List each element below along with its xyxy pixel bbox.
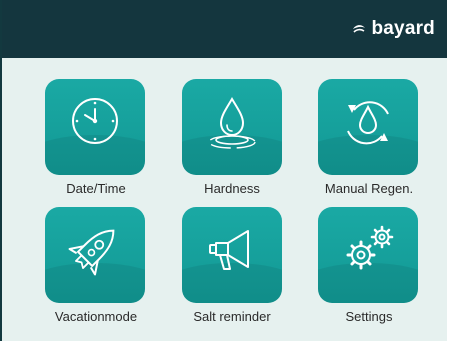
vacation-mode-label: Vacationmode	[54, 309, 138, 324]
regeneration-icon	[347, 101, 389, 145]
date-time-tile[interactable]	[45, 79, 145, 175]
vacation-mode-tile[interactable]	[45, 207, 145, 303]
manual-regen-tile[interactable]	[318, 79, 418, 175]
brand-logo: bayard	[351, 18, 435, 40]
settings-tile[interactable]	[318, 207, 418, 303]
settings-label: Settings	[345, 309, 393, 324]
header-bar: bayard	[2, 0, 447, 58]
megaphone-icon	[209, 230, 249, 270]
gears-icon	[346, 225, 394, 270]
salt-reminder-tile[interactable]	[182, 207, 282, 303]
date-time-label: Date/Time	[66, 181, 126, 196]
salt-reminder-label: Salt reminder	[193, 309, 271, 324]
rocket-icon	[68, 229, 115, 276]
water-drop-icon	[208, 97, 256, 149]
device-screen: bayard Date/Time Hardness Manual Regen. …	[0, 0, 447, 341]
hardness-tile[interactable]	[182, 79, 282, 175]
hardness-label: Hardness	[204, 181, 260, 196]
manual-regen-label: Manual Regen.	[324, 181, 414, 196]
logo-wave-icon	[353, 25, 366, 33]
brand-name: bayard	[371, 18, 435, 39]
clock-icon	[72, 98, 118, 144]
